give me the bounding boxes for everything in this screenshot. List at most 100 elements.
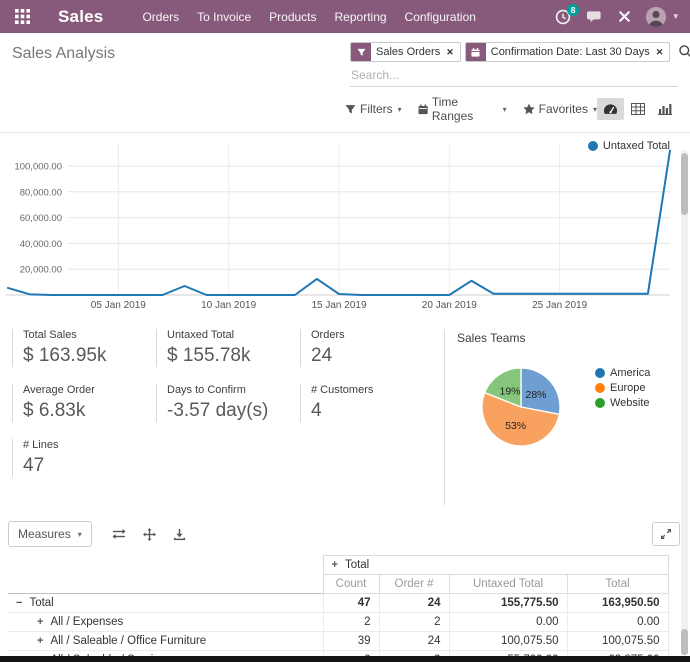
column-header-order[interactable]: Order # <box>379 575 449 594</box>
search-icon[interactable] <box>678 44 690 64</box>
scrollbar-thumb[interactable] <box>681 153 688 215</box>
top-navbar: Sales Orders To Invoice Products Reporti… <box>0 0 690 33</box>
plus-icon: + <box>332 559 338 571</box>
scrollbar-thumb[interactable] <box>681 629 688 655</box>
kpi-label: Average Order <box>23 384 146 396</box>
cell-total: 163,950.50 <box>567 594 668 613</box>
legend-item-america[interactable]: America <box>595 367 650 379</box>
search-input[interactable] <box>350 65 678 87</box>
filters-dropdown[interactable]: Filters ▾ <box>345 102 402 116</box>
nav-item-reporting[interactable]: Reporting <box>326 4 396 30</box>
cell-total: 100,075.50 <box>567 632 668 651</box>
line-chart-canvas[interactable]: 20,000.0040,000.0060,000.0080,000.00100,… <box>4 135 676 311</box>
kpi-untaxed-total: Untaxed Total $ 155.78k <box>156 329 290 367</box>
kpi-label: Total Sales <box>23 329 146 341</box>
plus-icon: + <box>37 616 43 628</box>
fullscreen-button[interactable] <box>652 522 680 546</box>
user-caret-icon: ▾ <box>673 11 678 22</box>
calendar-icon <box>418 104 428 115</box>
apps-grid-icon[interactable] <box>12 7 32 27</box>
legend-label: America <box>610 367 650 379</box>
kpi-value: 4 <box>311 400 434 422</box>
facet-remove-icon[interactable]: ✕ <box>655 47 670 58</box>
cell-count: 47 <box>323 594 379 613</box>
chevron-down-icon: ▾ <box>503 105 507 114</box>
measures-button[interactable]: Measures ▾ <box>8 521 92 547</box>
messages-icon[interactable] <box>586 9 603 24</box>
cell-untaxed: 100,075.50 <box>449 632 567 651</box>
nav-item-products[interactable]: Products <box>260 4 325 30</box>
kpi-value: $ 155.78k <box>167 345 290 367</box>
svg-text:15 Jan 2019: 15 Jan 2019 <box>311 300 366 311</box>
column-header-untaxed-total[interactable]: Untaxed Total <box>449 575 567 594</box>
nav-item-to-invoice[interactable]: To Invoice <box>188 4 260 30</box>
pivot-controls: Measures ▾ <box>0 513 690 555</box>
svg-text:28%: 28% <box>525 389 546 401</box>
svg-text:25 Jan 2019: 25 Jan 2019 <box>532 300 587 311</box>
activity-clock-icon[interactable]: 8 <box>555 9 571 25</box>
row-label-total[interactable]: −Total <box>8 594 323 613</box>
flip-axis-icon[interactable] <box>112 528 126 540</box>
app-title[interactable]: Sales <box>58 7 103 27</box>
kpi-total-sales: Total Sales $ 163.95k <box>12 329 146 367</box>
kpi-label: # Customers <box>311 384 434 396</box>
column-group-label: Total <box>345 559 369 571</box>
chart-view-button[interactable] <box>651 98 678 120</box>
facet-remove-icon[interactable]: ✕ <box>445 47 460 58</box>
row-label-office-furniture[interactable]: +All / Saleable / Office Furniture <box>8 632 323 651</box>
cell-untaxed: 155,775.50 <box>449 594 567 613</box>
kpi-value: -3.57 day(s) <box>167 400 290 422</box>
nav-menu: Orders To Invoice Products Reporting Con… <box>133 4 485 30</box>
svg-text:20 Jan 2019: 20 Jan 2019 <box>422 300 477 311</box>
bar-chart-icon <box>658 103 672 115</box>
download-icon[interactable] <box>173 528 186 541</box>
kpi-orders: Orders 24 <box>300 329 434 367</box>
svg-text:19%: 19% <box>499 385 520 397</box>
cell-count: 39 <box>323 632 379 651</box>
kpi-section: Total Sales $ 163.95k Untaxed Total $ 15… <box>0 316 690 513</box>
time-ranges-label: Time Ranges <box>432 95 498 123</box>
dashboard-view-button[interactable] <box>597 98 624 120</box>
grid-icon <box>631 103 645 115</box>
time-ranges-dropdown[interactable]: Time Ranges ▾ <box>418 95 507 123</box>
nav-item-orders[interactable]: Orders <box>133 4 188 30</box>
row-label-expenses[interactable]: +All / Expenses <box>8 613 323 632</box>
star-icon <box>523 103 535 115</box>
legend-label: Europe <box>610 382 645 394</box>
cell-count: 2 <box>323 613 379 632</box>
column-group-total[interactable]: + Total <box>323 556 668 575</box>
cell-order: 2 <box>379 613 449 632</box>
legend-item-website[interactable]: Website <box>595 397 650 409</box>
facet-sales-orders: Sales Orders ✕ <box>350 42 461 62</box>
expand-arrows-icon <box>660 528 672 540</box>
kpi-value: 47 <box>23 455 146 477</box>
legend-label: Website <box>610 397 650 409</box>
expand-all-icon[interactable] <box>143 528 156 541</box>
calendar-icon <box>466 43 486 61</box>
sales-teams-pie-chart[interactable]: 28%53%19% <box>473 357 569 453</box>
column-header-total[interactable]: Total <box>567 575 668 594</box>
nav-item-configuration[interactable]: Configuration <box>396 4 485 30</box>
sales-teams-panel: Sales Teams 28%53%19% America Europe Web… <box>444 329 690 505</box>
favorites-dropdown[interactable]: Favorites ▾ <box>523 102 597 116</box>
table-row: +All / Expenses 2 2 0.00 0.00 <box>8 613 668 632</box>
filter-icon <box>351 43 371 61</box>
avatar <box>646 7 666 27</box>
legend-label: Untaxed Total <box>603 140 670 152</box>
user-menu[interactable] <box>646 7 666 27</box>
scrollbar-track[interactable] <box>681 150 688 656</box>
table-row: −Total 47 24 155,775.50 163,950.50 <box>8 594 668 613</box>
line-chart-legend[interactable]: Untaxed Total <box>588 140 670 152</box>
facet-confirmation-date: Confirmation Date: Last 30 Days ✕ <box>465 42 671 62</box>
facet-label: Confirmation Date: Last 30 Days <box>486 46 655 58</box>
svg-text:05 Jan 2019: 05 Jan 2019 <box>91 300 146 311</box>
kpi-label: # Lines <box>23 439 146 451</box>
column-header-count[interactable]: Count <box>323 575 379 594</box>
legend-item-europe[interactable]: Europe <box>595 382 650 394</box>
pivot-view-button[interactable] <box>624 98 651 120</box>
window-bottom-edge <box>0 656 690 662</box>
kpi-value: $ 163.95k <box>23 345 146 367</box>
tools-icon[interactable] <box>618 10 631 23</box>
legend-dot <box>588 141 598 151</box>
svg-text:100,000.00: 100,000.00 <box>14 162 62 173</box>
